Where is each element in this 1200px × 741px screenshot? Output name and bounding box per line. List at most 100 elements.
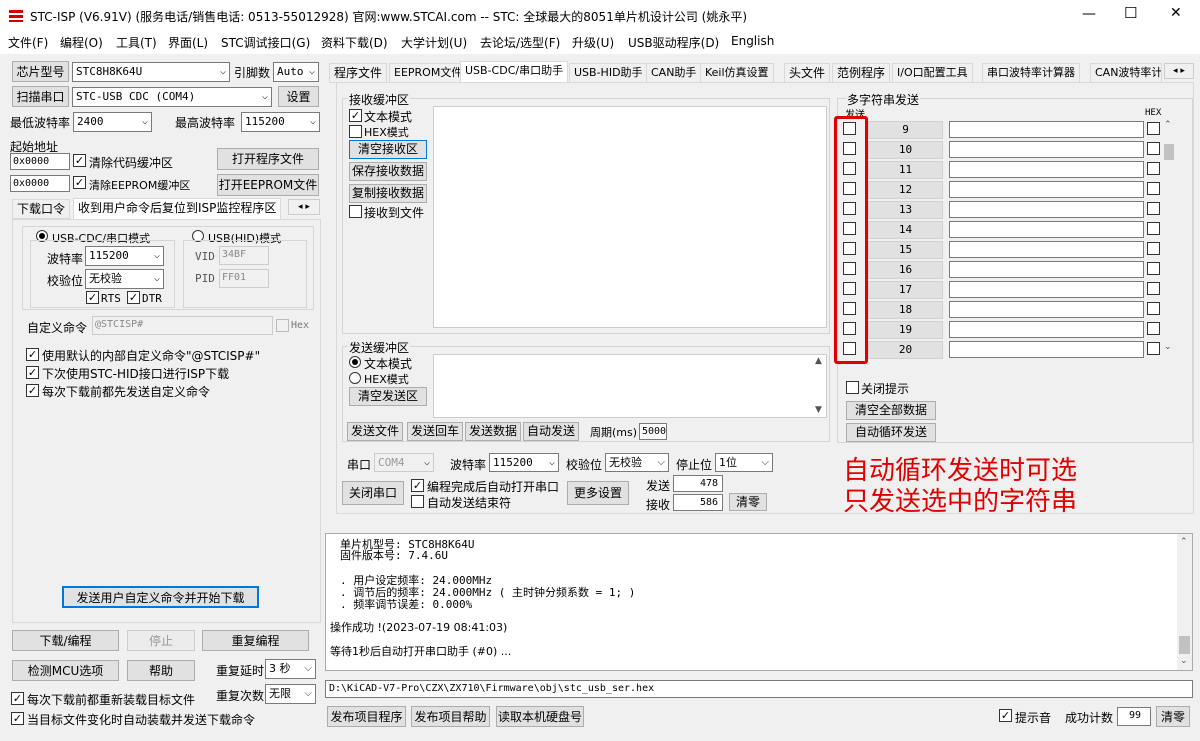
download-program-button[interactable]: 下载/编程 — [12, 630, 119, 651]
copy-receive-button[interactable]: 复制接收数据 — [349, 184, 427, 203]
send-textarea[interactable] — [433, 354, 827, 418]
read-disk-id-button[interactable]: 读取本机硬盘号 — [496, 706, 584, 727]
menu-debug[interactable]: STC调试接口(G) — [221, 34, 310, 51]
log-scroll-thumb[interactable] — [1179, 636, 1190, 654]
publish-help-button[interactable]: 发布项目帮助 — [411, 706, 490, 727]
menu-docs[interactable]: 资料下载(D) — [321, 34, 388, 51]
tab-download-password[interactable]: 下载口令 — [12, 199, 71, 219]
clear-eeprom-checkbox[interactable]: ✓ — [73, 176, 86, 189]
row-string-input[interactable] — [949, 341, 1144, 358]
row-string-input[interactable] — [949, 301, 1144, 318]
row-string-input[interactable] — [949, 281, 1144, 298]
tab-usb-cdc-assistant[interactable]: USB-CDC/串口助手 — [460, 61, 569, 83]
port-select[interactable]: STC-USB CDC (COM4) ⌵ — [72, 87, 272, 107]
row-send-button[interactable]: 20 — [868, 341, 943, 359]
row-string-input[interactable] — [949, 121, 1144, 138]
send-text-mode-radio[interactable] — [349, 356, 361, 368]
clear-counts-button[interactable]: 清零 — [729, 493, 767, 511]
row-hex-checkbox[interactable] — [1147, 322, 1160, 335]
tab-program-file[interactable]: 程序文件 — [329, 63, 388, 83]
tab-eeprom-file[interactable]: EEPROM文件 — [389, 63, 468, 83]
repeat-delay-select[interactable]: 3 秒 ⌵ — [265, 659, 316, 679]
auto-send-end-checkbox[interactable] — [411, 495, 424, 508]
row-hex-checkbox[interactable] — [1147, 302, 1160, 315]
pin-count-select[interactable]: Auto ⌵ — [273, 62, 319, 82]
send-scroll-up-icon[interactable]: ▲ — [815, 356, 822, 366]
max-baud-select[interactable]: 115200 ⌵ — [241, 112, 320, 132]
row-string-input[interactable] — [949, 201, 1144, 218]
clear-code-checkbox[interactable]: ✓ — [73, 154, 86, 167]
custom-command-input[interactable]: @STCISP# — [92, 316, 273, 335]
use-default-command-checkbox[interactable]: ✓ — [26, 348, 39, 361]
row-send-button[interactable]: 11 — [868, 161, 943, 179]
menu-university[interactable]: 大学计划(U) — [401, 34, 467, 51]
receive-to-file-checkbox[interactable] — [349, 205, 362, 218]
help-button[interactable]: 帮助 — [127, 660, 195, 681]
close-port-button[interactable]: 关闭串口 — [342, 481, 404, 505]
send-and-download-button[interactable]: 发送用户自定义命令并开始下载 — [62, 586, 259, 608]
scan-port-button[interactable]: 扫描串口 — [12, 86, 69, 107]
beep-checkbox[interactable]: ✓ — [999, 709, 1012, 722]
reload-target-checkbox[interactable]: ✓ — [11, 692, 24, 705]
open-eeprom-file-button[interactable]: 打开EEPROM文件 — [217, 174, 319, 196]
row-send-button[interactable]: 19 — [868, 321, 943, 339]
row-send-button[interactable]: 13 — [868, 201, 943, 219]
vid-input[interactable]: 34BF — [219, 246, 269, 265]
row-hex-checkbox[interactable] — [1147, 182, 1160, 195]
tab-examples[interactable]: 范例程序 — [832, 63, 891, 83]
row-hex-checkbox[interactable] — [1147, 162, 1160, 175]
clear-receive-button[interactable]: 清空接收区 — [349, 140, 427, 159]
send-data-button[interactable]: 发送数据 — [465, 422, 521, 441]
row-hex-checkbox[interactable] — [1147, 142, 1160, 155]
row-send-button[interactable]: 15 — [868, 241, 943, 259]
tab-io-config[interactable]: I/O口配置工具 — [892, 63, 973, 83]
repeat-count-select[interactable]: 无限 ⌵ — [265, 684, 316, 704]
multi-scroll-up-icon[interactable]: ⌃ — [1164, 120, 1172, 130]
row-hex-checkbox[interactable] — [1147, 242, 1160, 255]
menu-forum[interactable]: 去论坛/选型(F) — [480, 34, 560, 51]
row-send-button[interactable]: 17 — [868, 281, 943, 299]
isp-parity-select[interactable]: 无校验 ⌵ — [85, 269, 164, 289]
reprogram-button[interactable]: 重复编程 — [202, 630, 309, 651]
send-scroll-down-icon[interactable]: ▼ — [815, 405, 822, 415]
recv-hex-mode-checkbox[interactable] — [349, 125, 362, 138]
tab-usb-hid-assistant[interactable]: USB-HID助手 — [569, 63, 648, 83]
row-send-button[interactable]: 9 — [868, 121, 943, 139]
menu-upgrade[interactable]: 升级(U) — [572, 34, 614, 51]
right-tab-scroll-arrows[interactable]: ◂ ▸ — [1164, 63, 1194, 79]
row-string-input[interactable] — [949, 221, 1144, 238]
tab-keil-settings[interactable]: Keil仿真设置 — [700, 63, 774, 83]
multi-scrollbar[interactable]: ⌃ ⌄ — [1163, 120, 1176, 358]
row-hex-checkbox[interactable] — [1147, 202, 1160, 215]
auto-open-port-checkbox[interactable]: ✓ — [411, 479, 424, 492]
log-scroll-up-icon[interactable]: ⌃ — [1180, 537, 1188, 547]
tab-scroll-arrows[interactable]: ◂ ▸ — [288, 199, 320, 215]
menu-english[interactable]: English — [731, 34, 774, 48]
minimize-icon[interactable]: — — [1082, 6, 1096, 22]
tab-header-file[interactable]: 头文件 — [784, 63, 831, 83]
close-tip-checkbox[interactable] — [846, 381, 859, 394]
menu-usb-driver[interactable]: USB驱动程序(D) — [628, 34, 719, 51]
pid-input[interactable]: FF01 — [219, 269, 269, 288]
check-mcu-button[interactable]: 检测MCU选项 — [12, 660, 119, 681]
start-address-input-2[interactable]: 0x0000 — [10, 175, 70, 192]
tab-reset-isp[interactable]: 收到用户命令后复位到ISP监控程序区 — [73, 198, 282, 220]
tab-can-baud[interactable]: CAN波特率计 — [1090, 63, 1162, 83]
use-hid-next-checkbox[interactable]: ✓ — [26, 366, 39, 379]
menu-tools[interactable]: 工具(T) — [116, 34, 157, 51]
row-hex-checkbox[interactable] — [1147, 282, 1160, 295]
auto-reload-checkbox[interactable]: ✓ — [11, 712, 24, 725]
min-baud-select[interactable]: 2400 ⌵ — [73, 112, 152, 132]
serial-parity-select[interactable]: 无校验 ⌵ — [605, 453, 669, 472]
auto-send-button[interactable]: 自动发送 — [523, 422, 579, 441]
serial-port-select[interactable]: COM4 ⌵ — [374, 453, 434, 472]
stop-bits-select[interactable]: 1位 ⌵ — [715, 453, 773, 472]
clear-send-button[interactable]: 清空发送区 — [349, 387, 427, 406]
log-scrollbar[interactable]: ⌃ ⌄ — [1177, 534, 1192, 670]
row-send-button[interactable]: 18 — [868, 301, 943, 319]
multi-scroll-down-icon[interactable]: ⌄ — [1164, 342, 1172, 352]
auto-cycle-send-button[interactable]: 自动循环发送 — [846, 423, 936, 442]
row-string-input[interactable] — [949, 141, 1144, 158]
row-hex-checkbox[interactable] — [1147, 342, 1160, 355]
send-hex-mode-radio[interactable] — [349, 372, 361, 384]
